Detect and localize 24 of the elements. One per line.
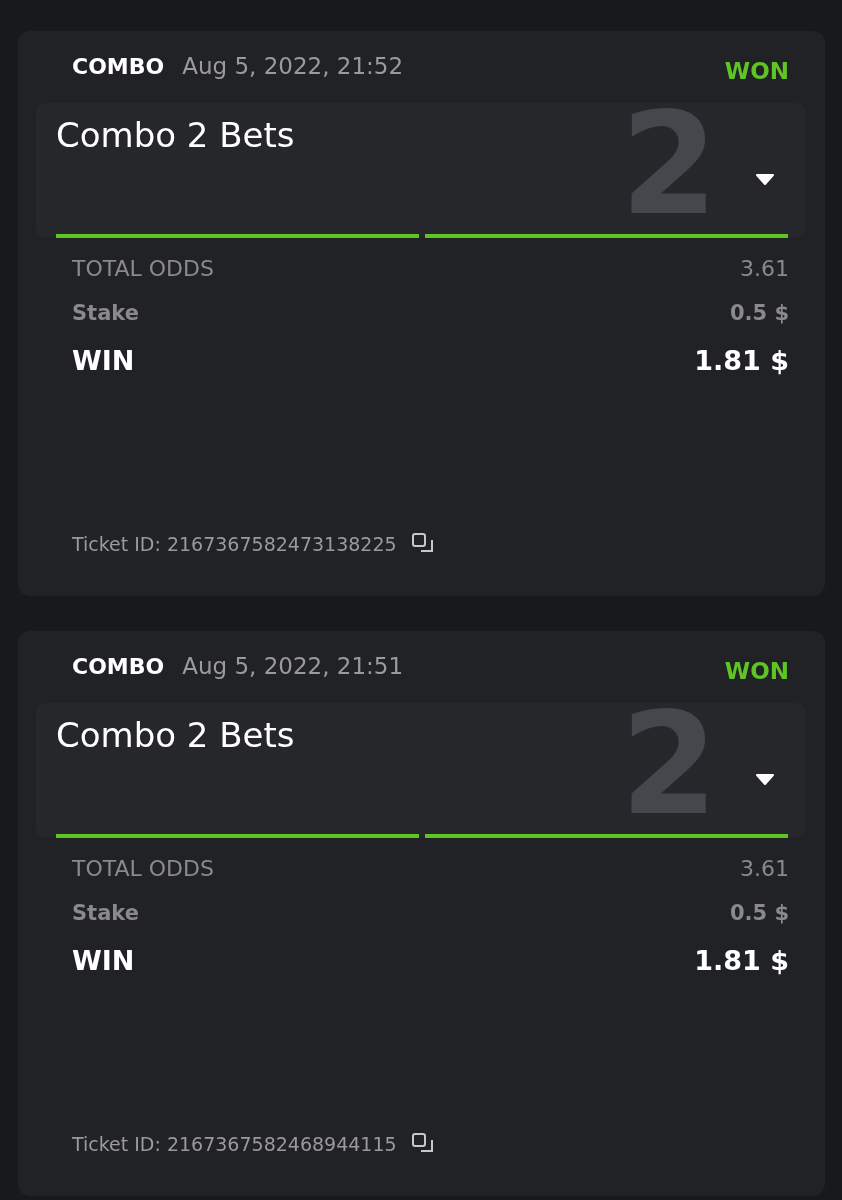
bet-status: WON (724, 658, 789, 684)
caret-icon[interactable] (756, 773, 774, 785)
caret-icon[interactable] (756, 173, 774, 185)
ticket-id: Ticket ID: 2167367582468944115 (72, 1133, 397, 1155)
bet-type: COMBO (72, 653, 165, 679)
total-odds-value: 3.61 (740, 856, 789, 881)
bet-status: WON (724, 58, 789, 84)
win-label: WIN (72, 345, 135, 376)
combo-title: Combo 2 Bets (56, 115, 295, 155)
win-value: 1.81 $ (694, 345, 789, 376)
stake-label: Stake (72, 901, 139, 925)
stake-value: 0.5 $ (729, 301, 789, 325)
bet-date: Aug 5, 2022, 21:51 (182, 653, 404, 679)
ticket-id: Ticket ID: 2167367582473138225 (72, 533, 397, 555)
total-odds-label: TOTAL ODDS (72, 256, 214, 281)
win-label: WIN (72, 945, 135, 976)
win-value: 1.81 $ (694, 945, 789, 976)
bet-date: Aug 5, 2022, 21:52 (182, 53, 404, 79)
total-odds-label: TOTAL ODDS (72, 856, 214, 881)
bet-type: COMBO (72, 53, 165, 79)
combo-title: Combo 2 Bets (56, 715, 295, 755)
stake-label: Stake (72, 301, 139, 325)
stake-value: 0.5 $ (729, 901, 789, 925)
total-odds-value: 3.61 (740, 256, 789, 281)
